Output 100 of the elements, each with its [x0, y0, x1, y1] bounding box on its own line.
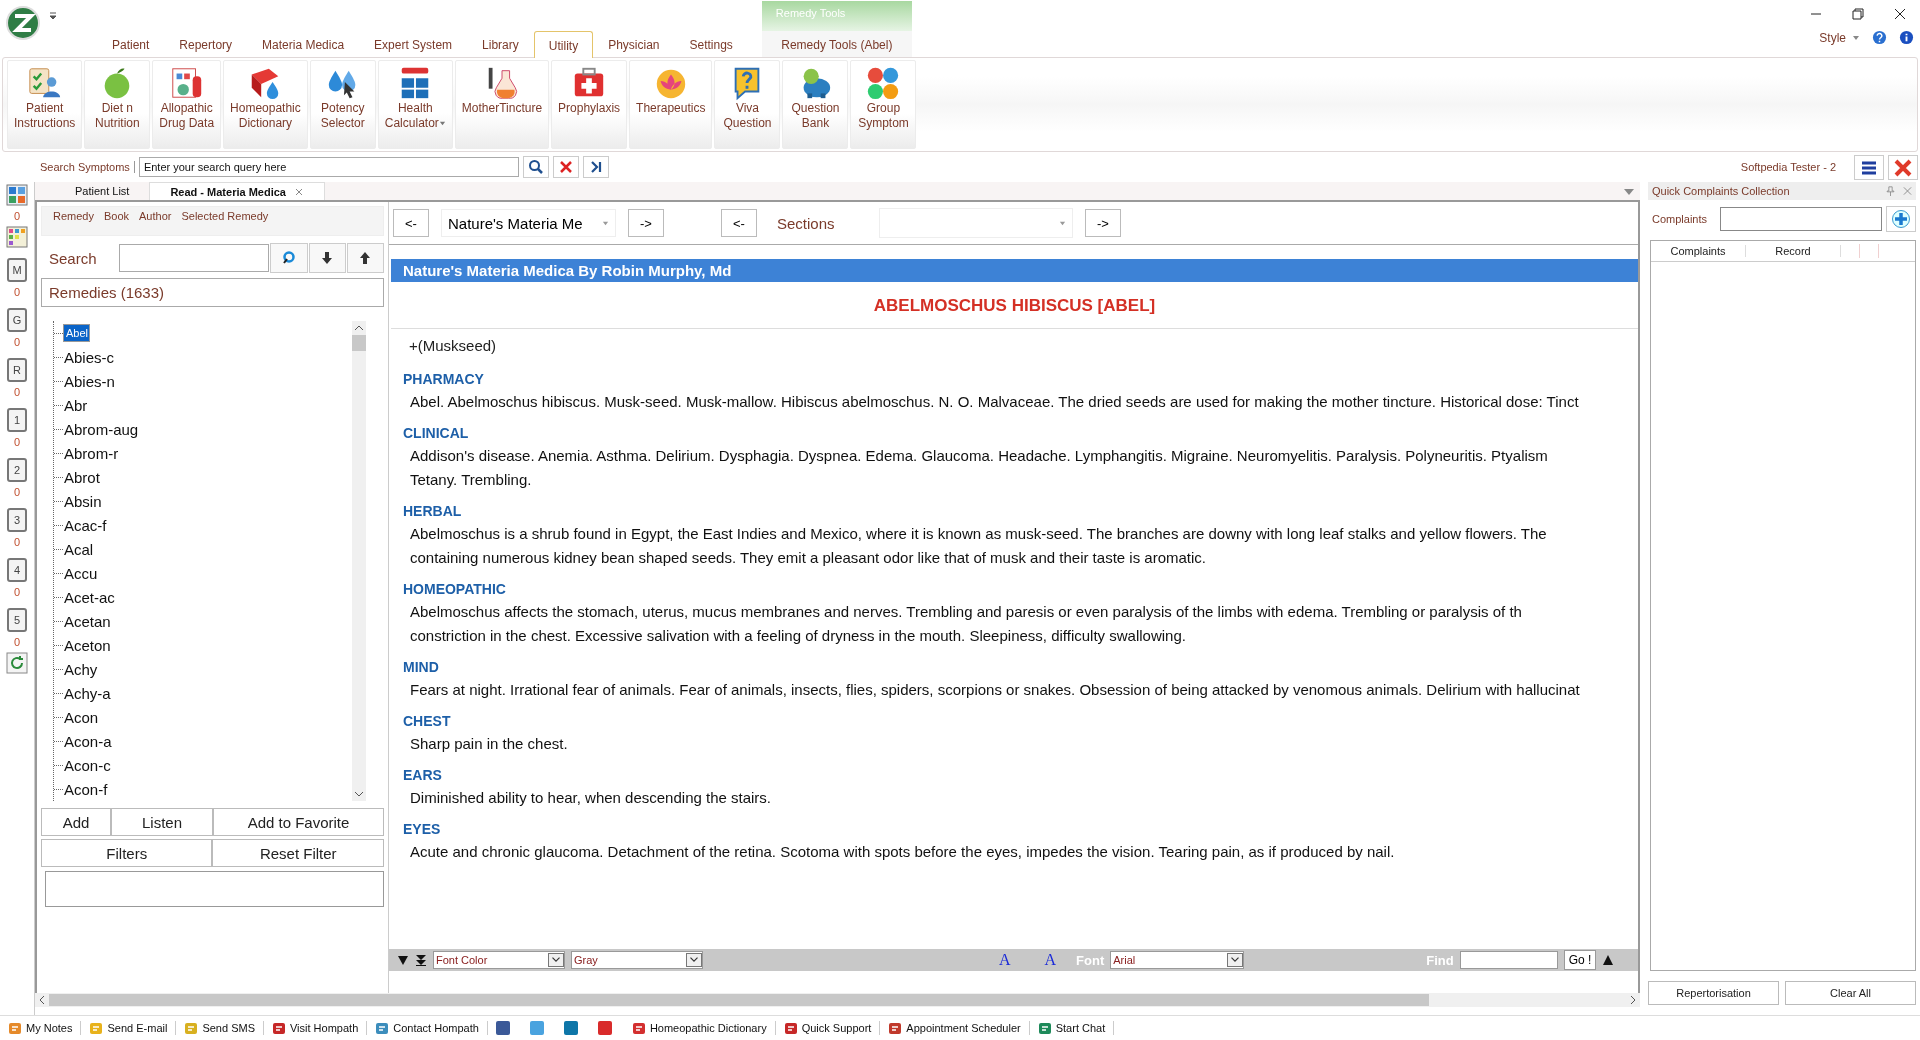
status-link[interactable]: Appointment Scheduler	[886, 1021, 1030, 1035]
filter-tab[interactable]: Author	[134, 207, 177, 225]
panel-action-button[interactable]: Clear All	[1785, 981, 1916, 1005]
filter-tab[interactable]: Remedy	[48, 207, 99, 225]
symptom-search-field[interactable]: Enter your search query here	[138, 157, 519, 177]
ribbon-button[interactable]: Health Calculator	[377, 60, 453, 149]
social-icon[interactable]	[495, 1021, 510, 1035]
clipboard-button[interactable]: M	[7, 258, 27, 282]
status-link[interactable]: Send SMS	[182, 1021, 264, 1035]
ribbon-button[interactable]: MotherTincture	[454, 60, 550, 149]
menu-tab[interactable]: Library	[467, 31, 534, 57]
color-grid-icon[interactable]	[6, 226, 28, 248]
remedy-item[interactable]: Abies-c	[63, 348, 115, 366]
font-size-button[interactable]: A	[985, 951, 1025, 969]
remedy-item[interactable]: Accu	[63, 564, 99, 582]
remedy-item[interactable]: Acon-c	[63, 756, 112, 774]
filter-button[interactable]: Reset Filter	[212, 839, 384, 867]
ribbon-button[interactable]: Prophylaxis	[551, 60, 628, 149]
ribbon-button[interactable]: Allopathic Drug Data	[152, 60, 222, 149]
ribbon-button[interactable]: Question Bank	[782, 60, 849, 149]
clipboard-button[interactable]: 4	[7, 558, 27, 582]
remedy-item[interactable]: Acon-f	[63, 780, 109, 798]
list-action-button[interactable]: Add to Favorite	[213, 808, 384, 836]
double-down-icon[interactable]	[415, 954, 427, 966]
panel-action-button[interactable]: Repertorisation	[1648, 981, 1779, 1005]
add-button[interactable]	[1886, 206, 1916, 232]
previous-book-button[interactable]: <-	[393, 209, 429, 237]
social-icon[interactable]	[563, 1021, 578, 1035]
scroll-up-icon[interactable]	[354, 325, 364, 331]
clipboard-button[interactable]: 5	[7, 608, 27, 632]
grid-board-icon[interactable]	[6, 184, 28, 206]
filter-tab[interactable]: Book	[98, 207, 135, 225]
down-arrow-button[interactable]	[308, 243, 346, 273]
scroll-thumb[interactable]	[352, 335, 366, 351]
remedy-item[interactable]: Acac-f	[63, 516, 108, 534]
document-tab[interactable]: Patient List	[55, 182, 150, 200]
remedy-item[interactable]: Acal	[63, 540, 95, 558]
up-triangle-icon[interactable]	[1602, 954, 1615, 966]
remedy-item[interactable]: Aceton	[63, 636, 112, 654]
status-link[interactable]: Send E-mail	[87, 1021, 177, 1035]
column-header[interactable]: Complaints	[1651, 245, 1746, 257]
horizontal-scrollbar[interactable]	[35, 993, 1640, 1007]
status-link[interactable]: Start Chat	[1035, 1021, 1115, 1035]
info-icon[interactable]	[1899, 30, 1914, 45]
book-dropdown[interactable]: Nature's Materia Me	[441, 209, 616, 237]
scroll-right-icon[interactable]	[1630, 995, 1636, 1005]
remedy-item[interactable]: Abr	[63, 396, 89, 414]
list-action-button[interactable]: Add	[41, 808, 111, 836]
quick-access-caret-icon[interactable]	[49, 12, 57, 20]
menu-tab[interactable]: Expert System	[359, 31, 468, 57]
menu-tab[interactable]: Utility	[533, 31, 594, 58]
find-field[interactable]	[1459, 951, 1558, 969]
next-section-button[interactable]: ->	[1085, 209, 1121, 237]
go-button[interactable]: Go !	[1563, 950, 1597, 970]
font-size-button[interactable]: A	[1030, 951, 1071, 969]
status-link[interactable]: Quick Support	[781, 1021, 881, 1035]
menu-tab[interactable]: Remedy Tools (Abel)	[761, 31, 912, 57]
clipboard-button[interactable]: 1	[7, 408, 27, 432]
menu-tab[interactable]: Settings	[674, 31, 748, 57]
search-button[interactable]	[522, 156, 549, 178]
menu-tab[interactable]: Patient	[97, 31, 165, 57]
column-header[interactable]: Record	[1746, 245, 1841, 257]
remedy-item[interactable]: Abrom-aug	[63, 420, 140, 438]
remedy-item[interactable]: Acon-a	[63, 732, 113, 750]
font-select[interactable]: Arial	[1110, 951, 1245, 969]
style-menu[interactable]: Style	[1819, 30, 1846, 45]
color-select[interactable]: Gray	[571, 951, 703, 969]
menu-tab[interactable]: Materia Medica	[247, 31, 360, 57]
remedy-item[interactable]: Acet-ac	[63, 588, 116, 606]
scroll-thumb[interactable]	[49, 994, 1429, 1006]
menu-tab[interactable]: Physician	[593, 31, 675, 57]
remedy-item[interactable]: Abies-n	[63, 372, 116, 390]
remedy-item[interactable]: Acon	[63, 708, 100, 726]
vertical-scrollbar[interactable]	[352, 321, 366, 801]
status-link[interactable]: My Notes	[6, 1021, 82, 1035]
next-book-button[interactable]: ->	[628, 209, 664, 237]
ribbon-button[interactable]: Group Symptom	[850, 60, 917, 149]
complaints-field[interactable]	[1720, 207, 1882, 231]
app-logo[interactable]	[5, 5, 41, 41]
ribbon-button[interactable]: Potency Selector	[309, 60, 376, 149]
ribbon-button[interactable]: Viva Question	[714, 60, 781, 149]
clear-button[interactable]	[552, 156, 579, 178]
status-link[interactable]: Contact Hompath	[373, 1021, 488, 1035]
remedy-item[interactable]: Abrot	[63, 468, 101, 486]
dropdown-caret-icon[interactable]	[1624, 189, 1634, 195]
remedy-item[interactable]: Abrom-r	[63, 444, 120, 462]
clipboard-button[interactable]: R	[7, 358, 27, 382]
clipboard-button[interactable]: G	[7, 308, 27, 332]
ribbon-button[interactable]: Patient Instructions	[7, 60, 83, 149]
ribbon-button[interactable]: Homeopathic Dictionary	[223, 60, 308, 149]
close-icon[interactable]	[1894, 8, 1906, 20]
remedy-item[interactable]: Achy	[63, 660, 99, 678]
clipboard-button[interactable]: 2	[7, 458, 27, 482]
filter-button[interactable]: Filters	[41, 839, 213, 867]
menu-tab[interactable]: Repertory	[164, 31, 248, 57]
list-action-button[interactable]: Listen	[111, 808, 213, 836]
go-to-end-button[interactable]	[582, 156, 609, 178]
remedy-item[interactable]: Achy-a	[63, 684, 112, 702]
ribbon-button[interactable]: Diet n Nutrition	[84, 60, 151, 149]
social-icon[interactable]	[597, 1021, 612, 1035]
